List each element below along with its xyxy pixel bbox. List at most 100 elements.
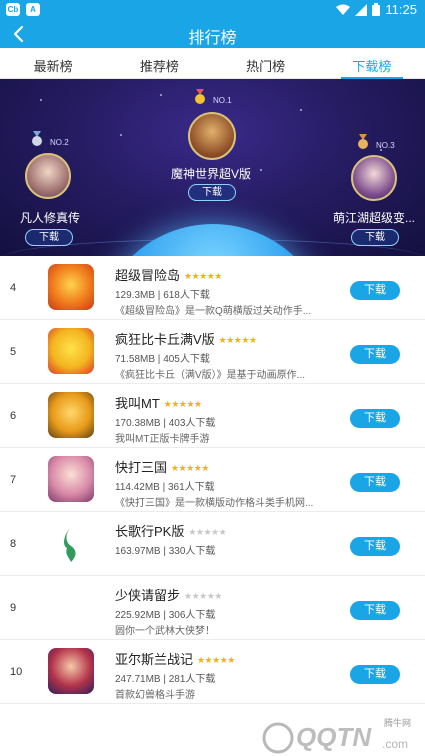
game-name-third: 萌江湖超级变... xyxy=(333,211,416,225)
download-button[interactable]: 下载 xyxy=(350,665,400,684)
game-icon[interactable] xyxy=(48,520,94,566)
status-bar: Cb A 11:25 xyxy=(0,0,425,20)
download-button[interactable]: 下载 xyxy=(350,537,400,556)
download-count: 403人下载 xyxy=(168,418,216,429)
download-button[interactable]: 下载 xyxy=(350,601,400,620)
file-size: 225.92MB xyxy=(115,610,161,621)
game-icon[interactable] xyxy=(48,264,94,310)
file-size: 170.38MB xyxy=(115,418,161,429)
rank-label-1: NO.1 xyxy=(213,96,232,105)
game-avatar-second[interactable] xyxy=(25,153,71,199)
game-description: 我叫MT正版卡牌手游 xyxy=(115,434,210,445)
game-name-first: 魔神世界超V版 xyxy=(171,167,252,181)
watermark-logo-icon: QQTN 腾牛网 .com xyxy=(262,717,411,754)
podium-first: NO.1 魔神世界超V版 下载 NO.2 凡人修真传 下载 NO.3 萌江湖超级… xyxy=(0,79,425,256)
list-item[interactable]: 7 快打三国 ★★★★★ 114.42MB | 361人下载 《快打三国》是一款横… xyxy=(0,448,425,512)
app-notification-icon-2: A xyxy=(26,3,40,16)
game-name: 少侠请留步 xyxy=(115,588,181,603)
rank-number: 10 xyxy=(10,666,23,678)
game-description: 圆你一个武林大侠梦！ xyxy=(115,626,215,637)
game-icon[interactable] xyxy=(48,328,94,374)
tab-downloads[interactable]: 下载榜 xyxy=(319,48,425,79)
app-notification-icon: Cb xyxy=(6,3,20,16)
download-button-first[interactable]: 下载 xyxy=(188,184,236,201)
download-button[interactable]: 下载 xyxy=(350,409,400,428)
download-count: 306人下载 xyxy=(168,610,216,621)
bronze-medal-icon xyxy=(358,134,368,149)
rank-number: 9 xyxy=(10,602,17,614)
game-name-second: 凡人修真传 xyxy=(20,211,81,225)
dragon-logo-icon xyxy=(64,526,76,562)
wifi-icon xyxy=(336,4,351,15)
rating-stars-icon: ★★★★★ xyxy=(197,655,235,665)
watermark-sub: 腾牛网 xyxy=(384,717,411,729)
file-size: 163.97MB xyxy=(115,546,161,557)
signal-icon xyxy=(355,3,368,16)
download-count: 405人下载 xyxy=(163,354,210,365)
list-item[interactable]: 10 亚尔斯兰战记 ★★★★★ 247.71MB | 281人下载 首款幻兽格斗手… xyxy=(0,640,425,704)
notification-icons: Cb A xyxy=(6,3,40,16)
list-item[interactable]: 5 疯狂比卡丘满V版 ★★★★★ 71.58MB | 405人下载 《疯狂比卡丘（… xyxy=(0,320,425,384)
battery-icon xyxy=(372,3,381,16)
game-avatar-first[interactable] xyxy=(188,112,236,160)
download-count: 618人下载 xyxy=(163,290,210,301)
game-name: 长歌行PK版 xyxy=(115,524,185,539)
clock: 11:25 xyxy=(385,2,417,17)
file-size: 247.71MB xyxy=(115,674,161,685)
file-size: 71.58MB xyxy=(115,354,156,365)
download-count: 361人下载 xyxy=(168,482,215,493)
file-size: 129.3MB xyxy=(115,290,156,301)
download-button[interactable]: 下载 xyxy=(350,473,400,492)
game-icon[interactable] xyxy=(48,648,94,694)
list-item[interactable]: 8 长歌行PK版 ★★★★★ 163.97MB | 330人下载 下载 xyxy=(0,512,425,576)
watermark-domain: .com xyxy=(382,737,408,751)
rating-stars-icon: ★★★★★ xyxy=(188,527,227,537)
rating-stars-icon: ★★★★★ xyxy=(163,399,202,409)
game-icon[interactable] xyxy=(48,392,94,438)
game-description: 首款幻兽格斗手游 xyxy=(115,690,195,701)
game-name: 快打三国 xyxy=(115,460,168,475)
rating-stars-icon: ★★★★★ xyxy=(218,335,257,345)
list-item[interactable]: 4 超级冒险岛 ★★★★★ 129.3MB | 618人下载 《超级冒险岛》是一款… xyxy=(0,256,425,320)
game-name: 超级冒险岛 xyxy=(115,268,181,283)
game-name: 我叫MT xyxy=(115,396,160,411)
tab-hot[interactable]: 热门榜 xyxy=(213,48,319,78)
rank-label-3: NO.3 xyxy=(376,141,395,150)
rank-number: 6 xyxy=(10,410,17,422)
list-item[interactable]: 6 我叫MT ★★★★★ 170.38MB | 403人下载 我叫MT正版卡牌手游… xyxy=(0,384,425,448)
download-button-third[interactable]: 下载 xyxy=(351,229,399,246)
rating-stars-icon: ★★★★★ xyxy=(184,591,222,601)
gold-medal-icon xyxy=(195,89,205,104)
game-description: 《超级冒险岛》是一款Q萌横版过关动作手... xyxy=(115,306,312,317)
rank-label-2: NO.2 xyxy=(50,138,69,147)
rank-number: 5 xyxy=(10,346,17,358)
game-avatar-third[interactable] xyxy=(351,155,397,201)
rating-stars-icon: ★★★★★ xyxy=(171,463,209,473)
download-count: 281人下载 xyxy=(168,674,216,685)
rank-number: 8 xyxy=(10,538,17,550)
list-item[interactable]: 9 少侠请留步 ★★★★★ 225.92MB | 306人下载 圆你一个武林大侠梦… xyxy=(0,576,425,640)
game-description: 《快打三国》是一款横版动作格斗类手机网... xyxy=(115,498,314,509)
file-size: 114.42MB xyxy=(115,482,160,493)
download-count: 330人下载 xyxy=(168,546,216,557)
game-description: 《疯狂比卡丘（满V版）》是基于动画原作... xyxy=(115,370,306,381)
download-button-second[interactable]: 下载 xyxy=(25,229,73,246)
rating-stars-icon: ★★★★★ xyxy=(184,271,222,281)
silver-medal-icon xyxy=(32,131,42,146)
download-button[interactable]: 下载 xyxy=(350,345,400,364)
site-watermark: QQTN 腾牛网 .com xyxy=(258,712,423,756)
tab-bar: 最新榜 推荐榜 热门榜 下载榜 xyxy=(0,48,425,79)
app-bar: 排行榜 xyxy=(0,20,425,48)
game-name: 疯狂比卡丘满V版 xyxy=(115,332,215,347)
game-icon[interactable] xyxy=(48,584,94,630)
download-button[interactable]: 下载 xyxy=(350,281,400,300)
rank-number: 7 xyxy=(10,474,17,486)
watermark-text: QQTN xyxy=(296,722,372,752)
rank-number: 4 xyxy=(10,282,17,294)
game-name: 亚尔斯兰战记 xyxy=(115,652,194,667)
top-three-banner: NO.1 魔神世界超V版 下载 NO.2 凡人修真传 下载 NO.3 萌江湖超级… xyxy=(0,79,425,256)
page-title: 排行榜 xyxy=(188,30,237,47)
tab-latest[interactable]: 最新榜 xyxy=(0,48,106,78)
game-icon[interactable] xyxy=(48,456,94,502)
tab-recommended[interactable]: 推荐榜 xyxy=(106,48,212,78)
